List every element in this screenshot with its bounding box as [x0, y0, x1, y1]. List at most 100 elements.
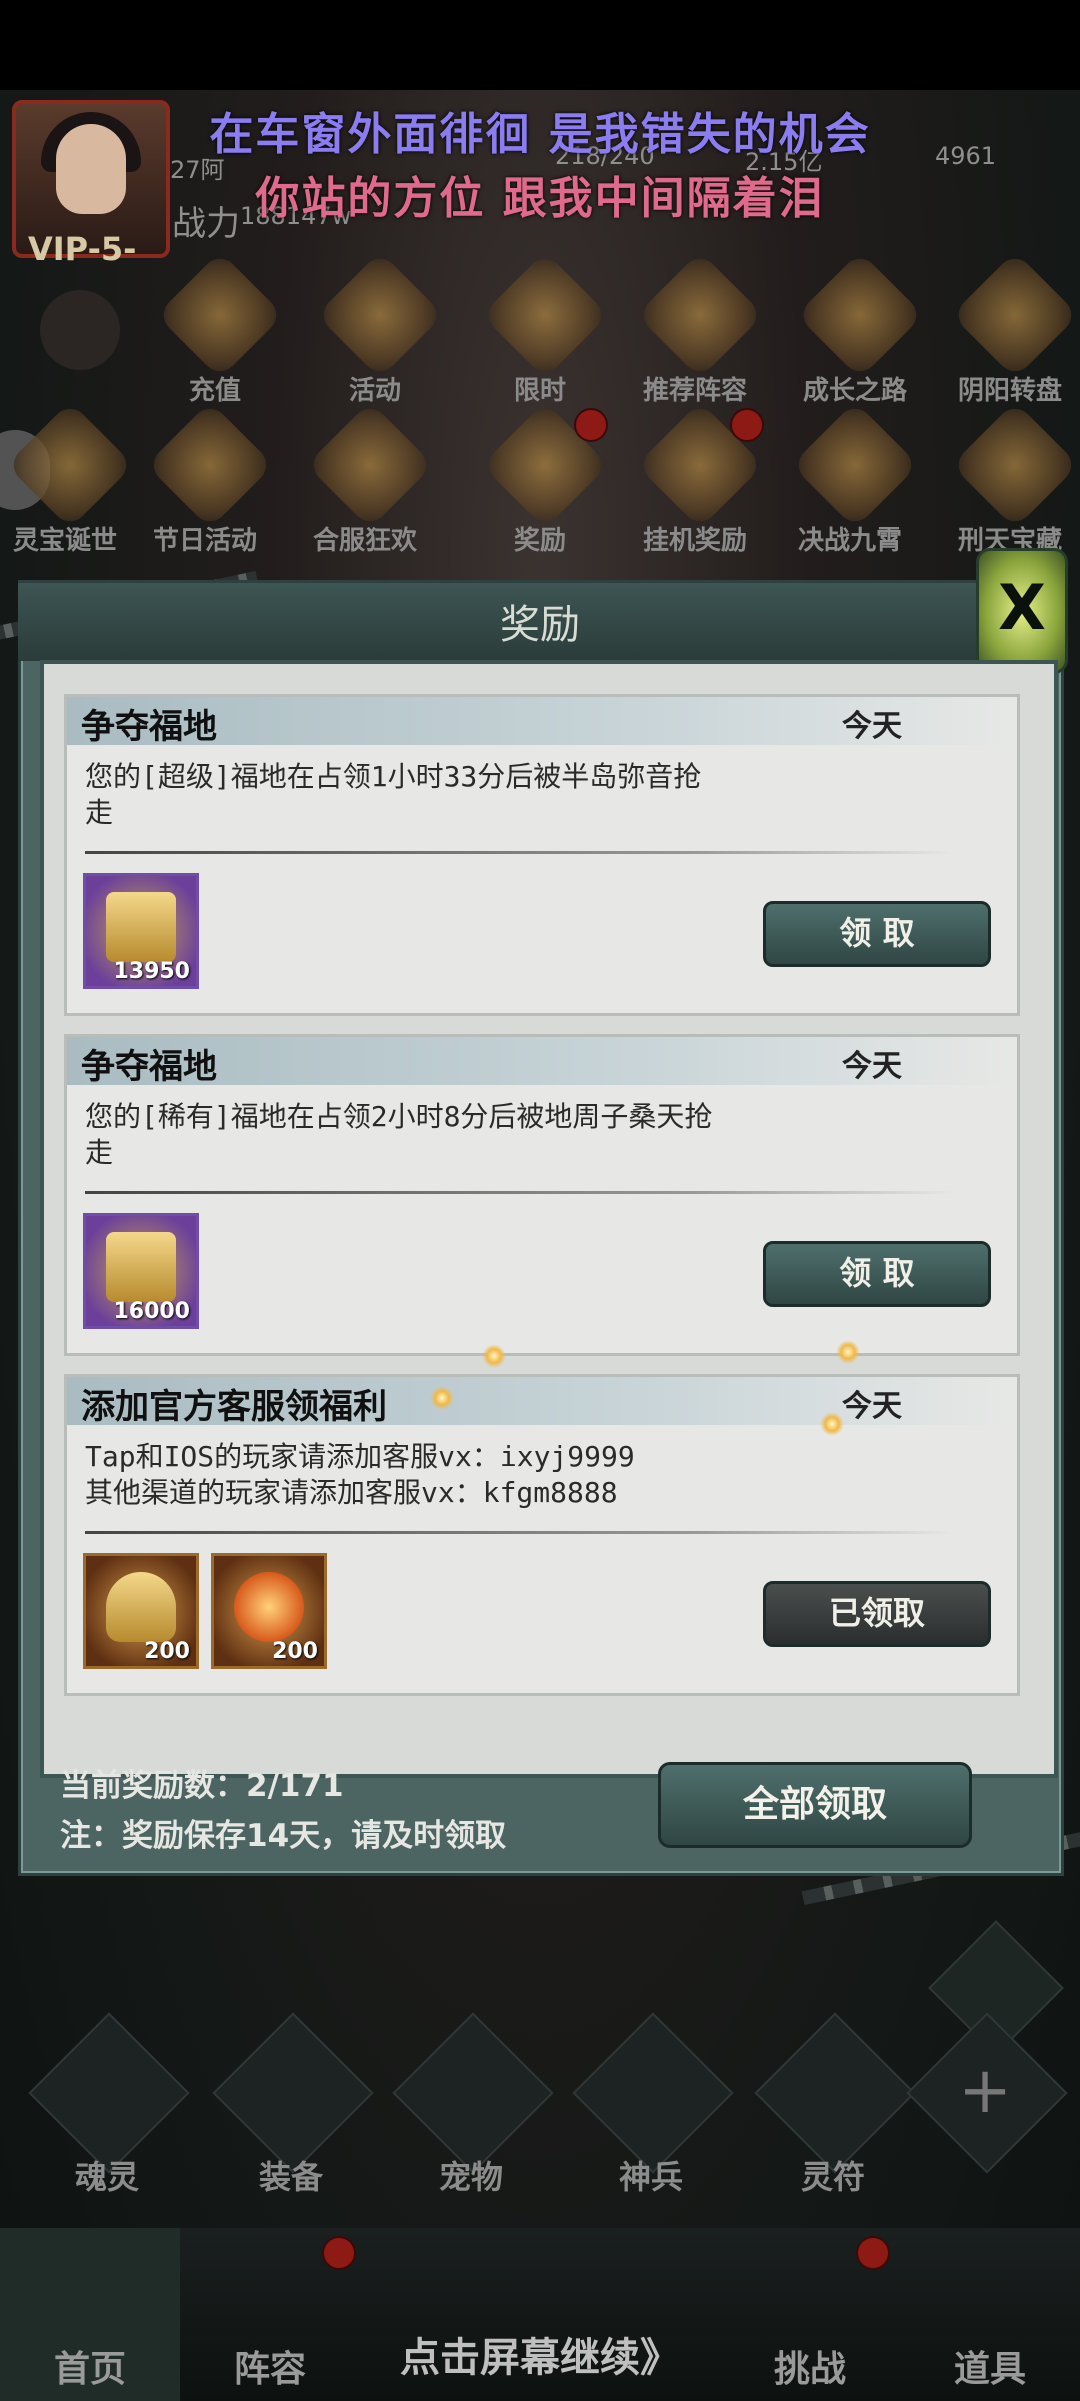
menu-recharge[interactable]: 充值 — [140, 251, 290, 410]
wheel-icon — [951, 251, 1079, 379]
menu-label: 挂机奖励 — [642, 526, 747, 556]
mail-body-line: 其他渠道的玩家请添加客服vx：kfgm8888 — [85, 1476, 618, 1509]
mail-body: Tap和IOS的玩家请添加客服vx：ixyj9999 其他渠道的玩家请添加客服v… — [85, 1439, 805, 1511]
coin-icon — [306, 401, 434, 529]
menu-lingbao[interactable]: 灵宝诞世 — [0, 401, 140, 560]
lantern-icon — [146, 401, 274, 529]
plus-glyph: + — [958, 2054, 1012, 2128]
mail-body-line: 您的[超级]福地在占领1小时33分后被半岛弥音抢 — [85, 760, 702, 793]
divider — [85, 851, 955, 854]
golden-seal-icon — [106, 892, 176, 962]
reward-item[interactable]: 13950 — [83, 873, 199, 989]
claimed-button[interactable]: 已领取 — [763, 1581, 991, 1647]
mail-card: 争夺福地 今天 您的[稀有]福地在占领2小时8分后被地周子桑天抢 走 16000… — [64, 1034, 1020, 1356]
menu-label: 合服狂欢 — [312, 526, 417, 556]
menu-label: 成长之路 — [802, 376, 907, 406]
mail-body-line: 您的[稀有]福地在占领2小时8分后被地周子桑天抢 — [85, 1100, 713, 1133]
notification-dot — [730, 408, 764, 442]
vip-level: VIP-5- — [28, 230, 137, 268]
mail-body-line: 走 — [85, 1136, 114, 1169]
mail-card: 争夺福地 今天 您的[超级]福地在占领1小时33分后被半岛弥音抢 走 13950… — [64, 694, 1020, 1016]
menu-xingtian-treasure[interactable]: 刑天宝藏 — [935, 401, 1080, 560]
menu-label: 决战九霄 — [797, 526, 902, 556]
menu-limited[interactable]: 限时 — [465, 251, 615, 410]
bottom-label: 装备 — [258, 2158, 323, 2196]
mail-title: 争夺福地 — [81, 707, 217, 747]
swirl-icon[interactable] — [40, 290, 120, 370]
menu-label: 限时 — [513, 376, 566, 406]
claim-button[interactable]: 领 取 — [763, 1241, 991, 1307]
menu-festival[interactable]: 节日活动 — [130, 401, 280, 560]
bottom-label: 灵符 — [800, 2158, 865, 2196]
bottom-label: 宠物 — [438, 2158, 503, 2196]
menu-growth-path[interactable]: 成长之路 — [780, 251, 930, 410]
divider — [85, 1191, 955, 1194]
notification-dot — [574, 408, 608, 442]
menu-label: 阴阳转盘 — [957, 376, 1062, 406]
lyric-line-2: 你站的方位 跟我中间隔着泪 — [255, 173, 825, 224]
claim-button-label: 领 取 — [839, 914, 915, 952]
menu-label: 活动 — [348, 376, 401, 406]
golden-seal-icon — [106, 1232, 176, 1302]
item-quantity: 200 — [272, 1639, 318, 1664]
sparkle — [430, 1386, 454, 1410]
gold-ingot-icon — [156, 251, 284, 379]
demon-icon — [951, 401, 1079, 529]
claim-button-label: 领 取 — [839, 1254, 915, 1292]
item-quantity: 16000 — [113, 1299, 190, 1324]
claim-button[interactable]: 领 取 — [763, 901, 991, 967]
swords-icon — [636, 251, 764, 379]
gold-ingot-icon — [106, 1572, 176, 1642]
menu-label: 推荐阵容 — [642, 376, 747, 406]
notification-dot — [856, 2236, 890, 2270]
menu-label: 奖励 — [513, 526, 566, 556]
mail-date: 今天 — [842, 1049, 902, 1084]
sparkle — [836, 1340, 860, 1364]
mail-body-line: Tap和IOS的玩家请添加客服vx：ixyj9999 — [85, 1440, 635, 1473]
treasure-icon — [6, 401, 134, 529]
mail-title: 争夺福地 — [81, 1047, 217, 1087]
mail-body: 您的[稀有]福地在占领2小时8分后被地周子桑天抢 走 — [85, 1099, 805, 1171]
menu-yinyang-wheel[interactable]: 阴阳转盘 — [935, 251, 1080, 410]
menu-activity[interactable]: 活动 — [300, 251, 450, 410]
close-button[interactable]: X — [976, 548, 1068, 674]
claim-all-button[interactable]: 全部领取 — [658, 1762, 972, 1848]
panel-title: 奖励 — [500, 602, 580, 648]
claim-all-label: 全部领取 — [742, 1783, 887, 1825]
tap-to-continue[interactable]: 点击屏幕继续》 — [0, 2325, 1080, 2383]
fire-orb-icon — [234, 1572, 304, 1642]
bottom-label: 魂灵 — [74, 2158, 139, 2196]
reward-item[interactable]: 200 — [211, 1553, 327, 1669]
status-bar — [0, 0, 1080, 90]
reward-item[interactable]: 16000 — [83, 1213, 199, 1329]
mail-card: 添加官方客服领福利 今天 Tap和IOS的玩家请添加客服vx：ixyj9999 … — [64, 1374, 1020, 1696]
menu-label: 灵宝诞世 — [12, 526, 117, 556]
lyric-line-1: 在车窗外面徘徊 是我错失的机会 — [209, 109, 871, 160]
item-quantity: 13950 — [113, 959, 190, 984]
menu-recommend-lineup[interactable]: 推荐阵容 — [620, 251, 770, 410]
crossed-swords-icon — [791, 401, 919, 529]
scroll-icon — [796, 251, 924, 379]
sparkle — [482, 1344, 506, 1368]
reward-item[interactable]: 200 — [83, 1553, 199, 1669]
menu-final-battle[interactable]: 决战九霄 — [775, 401, 925, 560]
mail-body: 您的[超级]福地在占领1小时33分后被半岛弥音抢 走 — [85, 759, 805, 831]
gift-bag-icon — [316, 251, 444, 379]
mail-date: 今天 — [842, 1389, 902, 1424]
hourglass-icon — [481, 251, 609, 379]
reward-count: 当前奖励数：2/171 — [60, 1768, 344, 1804]
divider — [85, 1531, 955, 1534]
menu-label: 充值 — [188, 376, 241, 406]
claimed-button-label: 已领取 — [828, 1594, 925, 1632]
menu-label: 节日活动 — [152, 526, 257, 556]
mail-body-line: 走 — [85, 796, 114, 829]
reward-note: 注：奖励保存14天，请及时领取 — [60, 1818, 507, 1854]
mail-title: 添加官方客服领福利 — [81, 1387, 387, 1427]
notification-dot — [322, 2236, 356, 2270]
mail-date: 今天 — [842, 709, 902, 744]
sparkle — [820, 1412, 844, 1436]
menu-merge-carnival[interactable]: 合服狂欢 — [290, 401, 440, 560]
bottom-label: 神兵 — [618, 2158, 683, 2196]
item-quantity: 200 — [144, 1639, 190, 1664]
close-icon: X — [998, 571, 1046, 644]
